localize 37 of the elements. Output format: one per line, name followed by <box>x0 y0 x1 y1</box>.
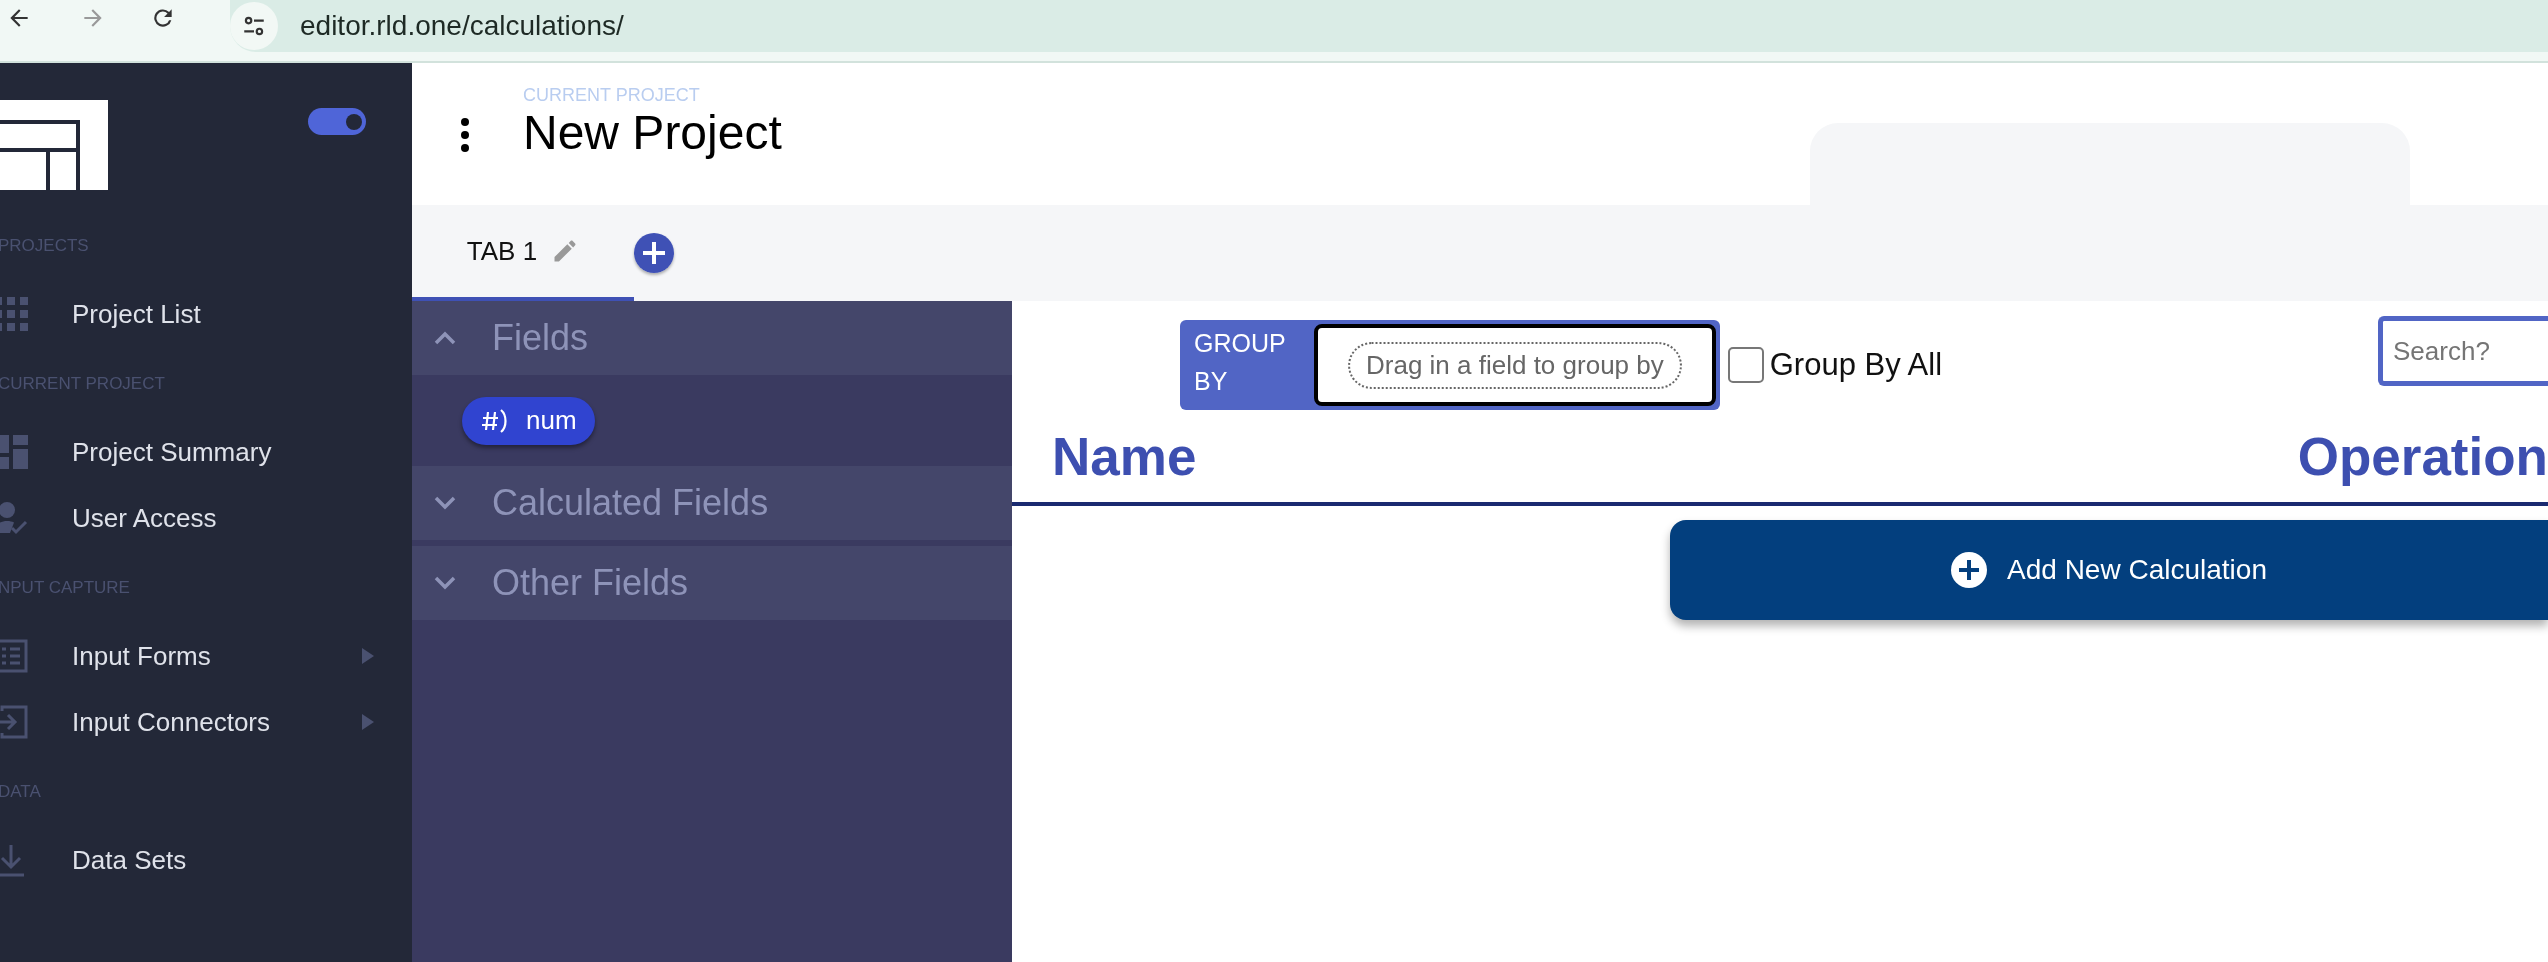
field-chip[interactable]: num <box>462 396 595 445</box>
chevron-down-icon <box>434 496 456 510</box>
checkbox-label: Group By All <box>1769 347 1943 383</box>
header-label: CURRENT PROJECT <box>523 85 701 106</box>
drop-zone[interactable]: Drag in a field to group by <box>1348 341 1682 389</box>
section-label: DATA <box>0 781 42 803</box>
add-calculation-button[interactable]: Add New Calculation <box>1670 520 2548 620</box>
caret-icon <box>362 648 374 664</box>
column-header: Name <box>1052 425 1197 487</box>
checkbox[interactable] <box>1727 347 1764 383</box>
site-settings-icon[interactable] <box>230 2 278 50</box>
sidebar-item[interactable]: Input Connectors <box>0 689 412 755</box>
column-header: Operation <box>2297 425 2548 487</box>
more-icon[interactable] <box>460 117 470 153</box>
toggle-switch[interactable] <box>308 108 366 135</box>
sidebar-item[interactable]: User Access <box>0 485 412 551</box>
sidebar-item[interactable]: Project List <box>0 281 412 347</box>
sidebar-item[interactable]: Input Forms <box>0 623 412 689</box>
user-check-icon <box>0 501 28 535</box>
enter-icon <box>0 705 28 739</box>
address-bar[interactable]: editor.rld.one/calculations/ <box>230 0 2548 52</box>
add-tab-icon[interactable] <box>634 233 674 273</box>
caret-icon <box>362 714 374 730</box>
sidebar-item[interactable]: Project Summary <box>0 419 412 485</box>
list-icon <box>0 639 28 673</box>
section-label: PROJECTS <box>0 235 90 257</box>
search-field[interactable]: Search? <box>2378 316 2548 386</box>
group-by-label: GROUP BY <box>1193 328 1287 397</box>
plus-icon <box>1951 552 1988 588</box>
chevron-up-icon <box>434 331 456 345</box>
sidebar-item[interactable]: Data Sets <box>0 827 412 893</box>
chevron-down-icon <box>434 576 456 590</box>
grid-icon <box>0 297 28 331</box>
dashboard-icon <box>0 435 28 469</box>
section-label: NPUT CAPTURE <box>0 577 131 599</box>
project-title: New Project <box>523 106 782 160</box>
url-text: editor.rld.one/calculations/ <box>300 10 624 42</box>
